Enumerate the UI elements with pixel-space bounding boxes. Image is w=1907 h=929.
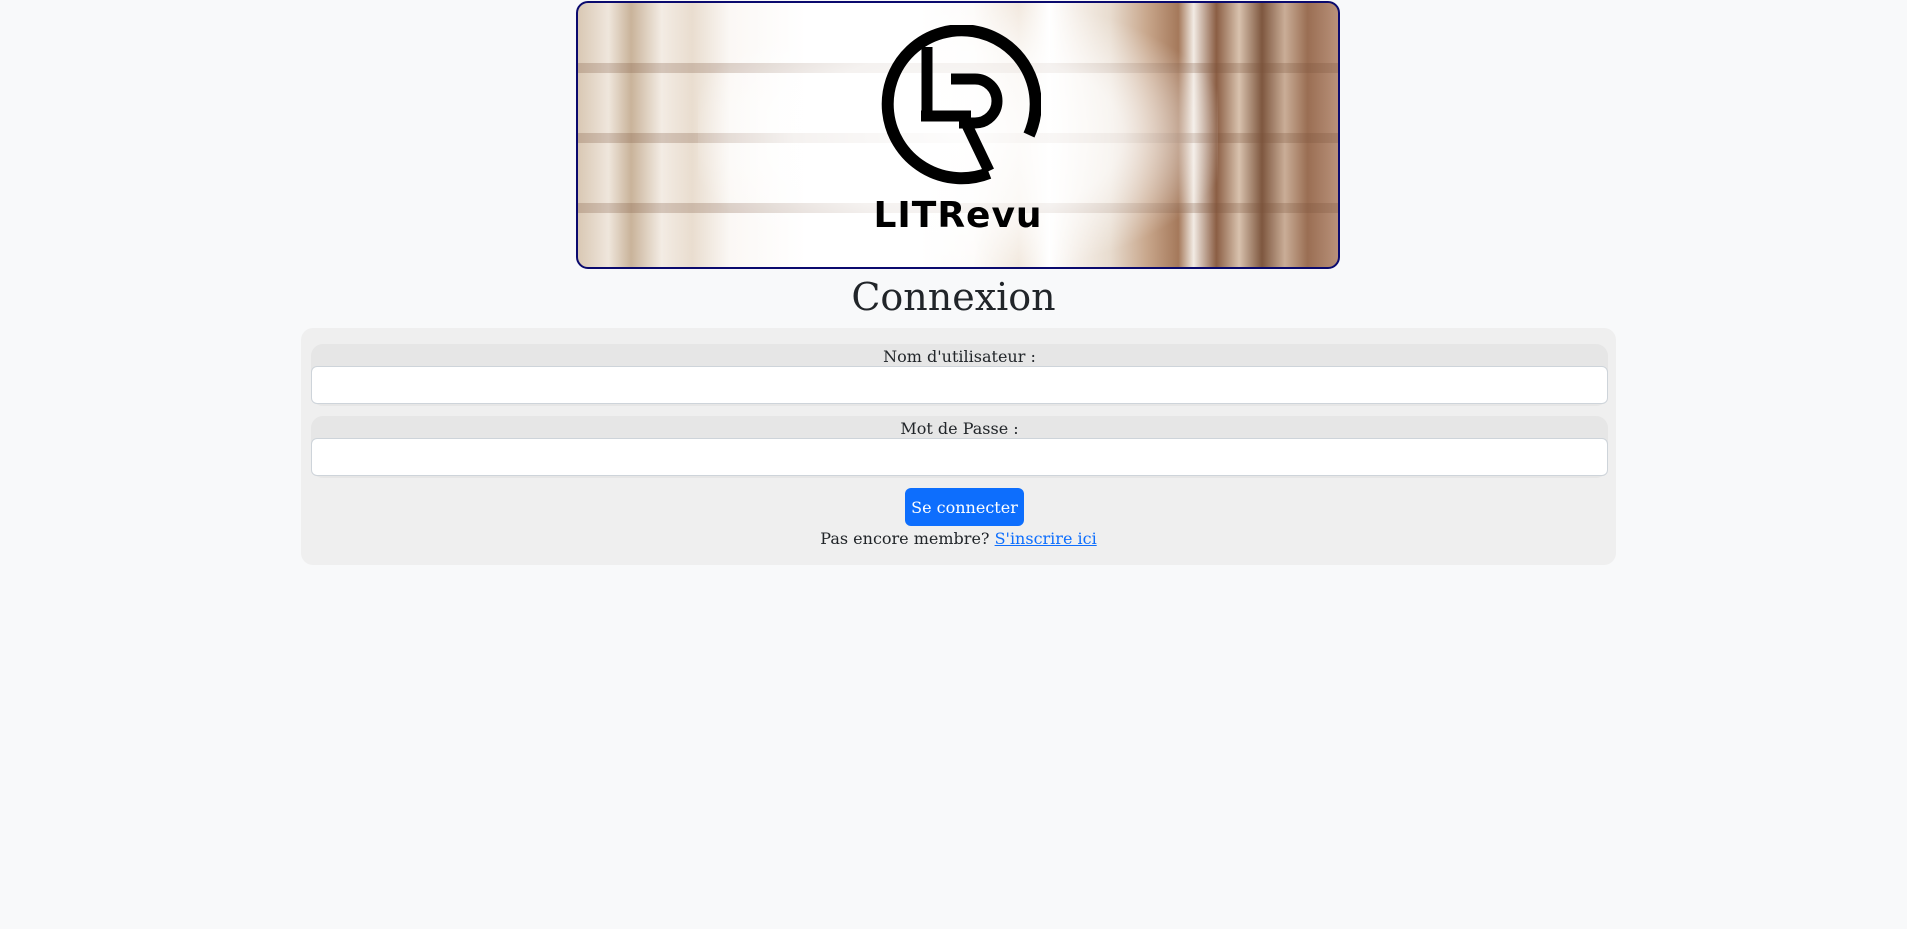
- password-field-group: Mot de Passe :: [311, 416, 1608, 478]
- username-input[interactable]: [311, 366, 1608, 404]
- username-label: Nom d'utilisateur :: [883, 347, 1036, 366]
- header-banner: LITRevu: [576, 1, 1340, 269]
- signup-prompt-text: Pas encore membre?: [820, 529, 990, 548]
- lr-monogram-logo-icon: [881, 25, 1041, 185]
- signup-link[interactable]: S'inscrire ici: [995, 529, 1097, 548]
- login-form: Nom d'utilisateur : Mot de Passe : Se co…: [301, 328, 1616, 565]
- login-button[interactable]: Se connecter: [905, 488, 1024, 526]
- signup-prompt-line: Pas encore membre? S'inscrire ici: [301, 528, 1616, 550]
- password-input[interactable]: [311, 438, 1608, 476]
- username-field-group: Nom d'utilisateur :: [311, 344, 1608, 406]
- logo-text: LITRevu: [873, 195, 1043, 236]
- password-label: Mot de Passe :: [900, 419, 1019, 438]
- page-title: Connexion: [851, 275, 1056, 319]
